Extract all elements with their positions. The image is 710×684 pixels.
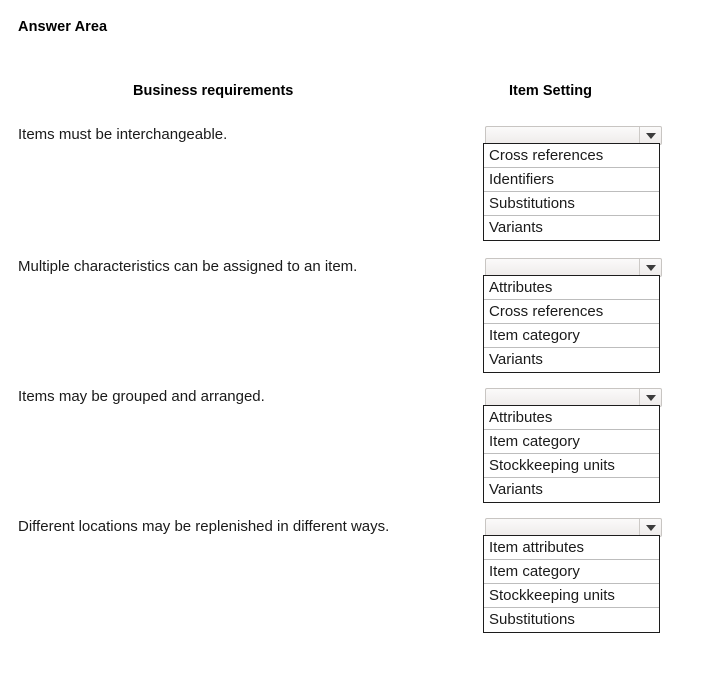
chevron-down-glyph (645, 394, 656, 401)
requirement-label: Multiple characteristics can be assigned… (18, 258, 358, 275)
dropdown-selected-value (486, 519, 639, 536)
chevron-down-glyph (645, 264, 656, 271)
dropdown-option[interactable]: Variants (484, 348, 659, 372)
chevron-down-icon[interactable] (639, 259, 661, 276)
chevron-down-glyph (645, 132, 656, 139)
dropdown-option[interactable]: Stockkeeping units (484, 454, 659, 478)
requirement-label: Items must be interchangeable. (18, 126, 228, 143)
dropdown-option[interactable]: Stockkeeping units (484, 584, 659, 608)
column-header-business-requirements: Business requirements (133, 83, 294, 99)
dropdown-option-list[interactable]: Attributes Cross references Item categor… (483, 275, 660, 373)
dropdown-option[interactable]: Item category (484, 324, 659, 348)
item-setting-dropdown[interactable]: Cross references Identifiers Substitutio… (483, 126, 662, 241)
page-title: Answer Area (18, 19, 108, 35)
dropdown-option[interactable]: Item category (484, 560, 659, 584)
column-header-item-setting: Item Setting (509, 83, 592, 99)
chevron-down-glyph (645, 524, 656, 531)
dropdown-option-list[interactable]: Attributes Item category Stockkeeping un… (483, 405, 660, 503)
chevron-down-icon[interactable] (639, 389, 661, 406)
dropdown-option-list[interactable]: Item attributes Item category Stockkeepi… (483, 535, 660, 633)
dropdown-option[interactable]: Item category (484, 430, 659, 454)
chevron-down-icon[interactable] (639, 127, 661, 144)
dropdown-option[interactable]: Cross references (484, 144, 659, 168)
item-setting-dropdown[interactable]: Attributes Item category Stockkeeping un… (483, 388, 662, 503)
dropdown-option[interactable]: Attributes (484, 406, 659, 430)
dropdown-option[interactable]: Variants (484, 478, 659, 502)
dropdown-selected-value (486, 389, 639, 406)
dropdown-option[interactable]: Attributes (484, 276, 659, 300)
dropdown-option[interactable]: Variants (484, 216, 659, 240)
dropdown-option-list[interactable]: Cross references Identifiers Substitutio… (483, 143, 660, 241)
dropdown-option[interactable]: Item attributes (484, 536, 659, 560)
dropdown-option[interactable]: Cross references (484, 300, 659, 324)
dropdown-option[interactable]: Identifiers (484, 168, 659, 192)
requirement-label: Different locations may be replenished i… (18, 518, 390, 535)
chevron-down-icon[interactable] (639, 519, 661, 536)
requirement-label: Items may be grouped and arranged. (18, 388, 265, 405)
item-setting-dropdown[interactable]: Attributes Cross references Item categor… (483, 258, 662, 373)
dropdown-selected-value (486, 259, 639, 276)
item-setting-dropdown[interactable]: Item attributes Item category Stockkeepi… (483, 518, 662, 633)
dropdown-option[interactable]: Substitutions (484, 608, 659, 632)
dropdown-option[interactable]: Substitutions (484, 192, 659, 216)
dropdown-selected-value (486, 127, 639, 144)
